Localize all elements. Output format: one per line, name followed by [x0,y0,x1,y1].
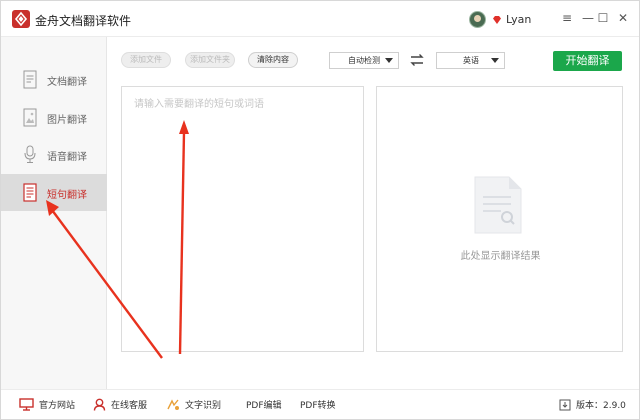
image-icon [23,108,37,127]
sidebar-item-voice-translate[interactable]: 语音翻译 [1,136,107,173]
sidebar-item-label: 文档翻译 [47,77,87,88]
document-icon [23,70,37,89]
sidebar: 文档翻译 图片翻译 语音翻译 短句翻译 [1,37,107,389]
target-language-value: 英语 [463,56,479,65]
sidebar-item-sentence-translate[interactable]: 短句翻译 [1,174,107,211]
text-recognition-label: 文字识别 [185,401,222,411]
version-info[interactable]: 版本：2.9.0 [559,398,626,411]
input-placeholder: 请输入需要翻译的短句或词语 [134,99,264,110]
empty-result-document-icon [474,176,522,234]
title-bar: 金舟文档翻译软件 Lyan ≡ — ☐ ✕ [1,1,639,37]
microphone-icon [24,145,36,163]
target-language-select[interactable]: 英语 [436,52,505,69]
source-language-select[interactable]: 自动检测 [329,52,399,69]
menu-icon[interactable]: ≡ [559,10,575,26]
sidebar-item-label: 语音翻译 [47,152,87,163]
online-service-label: 在线客服 [111,401,148,411]
source-language-value: 自动检测 [348,56,380,65]
translation-result-panel: 此处显示翻译结果 [376,86,623,352]
official-site-label: 官方网站 [39,401,76,411]
source-text-input[interactable]: 请输入需要翻译的短句或词语 [121,86,364,352]
pdf-convert-label: PDF转换 [300,401,336,411]
download-icon [559,399,571,410]
sidebar-item-image-translate[interactable]: 图片翻译 [1,99,107,136]
pdf-edit-label: PDF编辑 [246,401,282,411]
avatar[interactable] [469,11,486,28]
swap-languages-icon[interactable] [409,52,425,68]
sidebar-item-label: 短句翻译 [47,190,87,201]
user-info[interactable]: Lyan [469,11,531,28]
app-title: 金舟文档翻译软件 [35,14,132,28]
version-label: 版本：2.9.0 [576,401,626,411]
monitor-icon [19,398,34,411]
start-translate-button[interactable]: 开始翻译 [553,51,622,71]
chevron-down-icon [491,58,499,63]
chevron-down-icon [385,58,393,63]
footer-bar: 官方网站 在线客服 文字识别 PDF编辑 PDF转换 版本：2.9.0 [1,389,639,419]
sidebar-item-label: 图片翻译 [47,115,87,126]
ocr-icon [167,399,179,410]
result-placeholder-text: 此处显示翻译结果 [460,251,541,262]
text-recognition-link[interactable]: 文字识别 [166,398,221,411]
clear-content-button[interactable]: 清除内容 [248,52,298,68]
pdf-edit-link[interactable]: PDF编辑 [246,398,282,411]
add-folder-button[interactable]: 添加文件夹 [185,52,235,68]
official-site-link[interactable]: 官方网站 [19,398,75,411]
customer-service-icon [93,398,106,411]
minimize-icon[interactable]: — [580,10,596,26]
app-window: 金舟文档翻译软件 Lyan ≡ — ☐ ✕ 文档翻译 图片翻译 语音翻译 短句翻… [0,0,640,420]
text-document-icon [23,183,37,202]
pdf-convert-link[interactable]: PDF转换 [300,398,336,411]
user-name[interactable]: Lyan [506,13,531,26]
online-service-link[interactable]: 在线客服 [93,398,147,411]
maximize-icon[interactable]: ☐ [595,10,611,26]
sidebar-item-document-translate[interactable]: 文档翻译 [1,61,107,98]
close-icon[interactable]: ✕ [615,10,631,26]
vip-diamond-icon [493,15,501,24]
add-file-button[interactable]: 添加文件 [121,52,171,68]
app-logo-icon [12,10,30,28]
